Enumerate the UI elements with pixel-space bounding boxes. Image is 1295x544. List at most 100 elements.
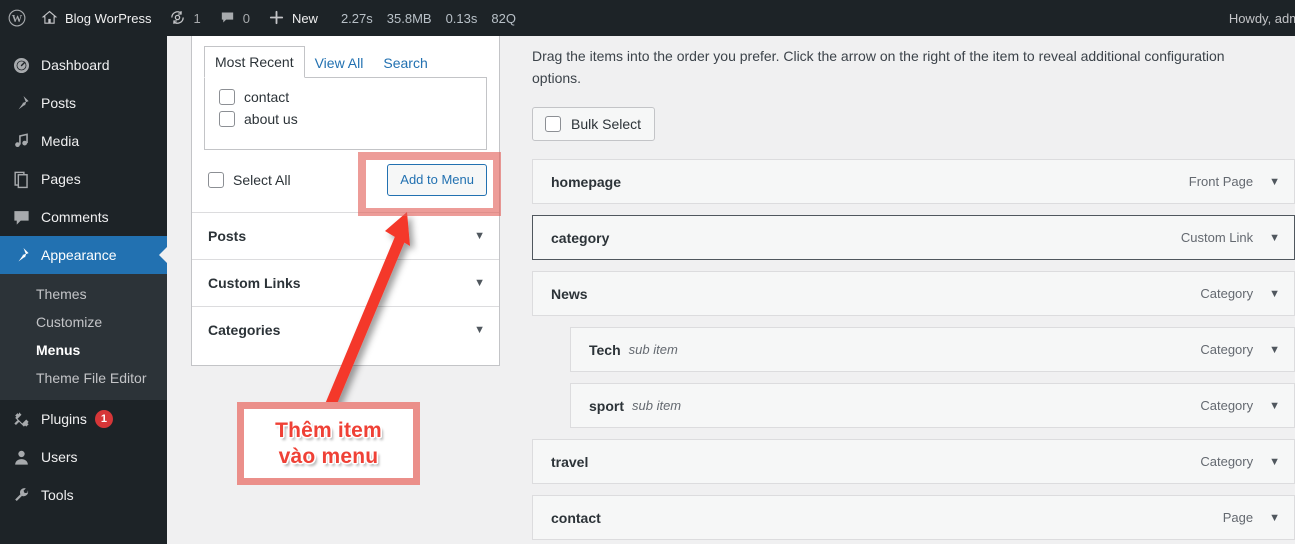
menu-item-row-homepage[interactable]: homepage Front Page ▼ [532, 159, 1295, 205]
sidebar-item-label: Media [41, 133, 80, 149]
tab-search[interactable]: Search [373, 48, 437, 78]
menu-items-list: homepage Front Page ▼ category Custom Li… [532, 159, 1295, 541]
chevron-down-icon[interactable]: ▼ [1269, 176, 1280, 188]
checkbox-contact[interactable] [219, 89, 235, 105]
plugins-update-badge: 1 [94, 410, 113, 428]
menu-item-title: News [551, 285, 588, 302]
site-name-button[interactable]: Blog WorPress [32, 0, 160, 36]
plug-icon [10, 409, 32, 429]
sidebar-item-label: Plugins [41, 411, 87, 427]
perf-query-time: 0.13s [445, 10, 478, 26]
menu-item-row-travel[interactable]: travel Category ▼ [532, 439, 1295, 485]
list-item[interactable]: about us [215, 108, 476, 130]
checkbox-bulk-select[interactable] [545, 116, 561, 133]
sidebar-item-tools[interactable]: Tools [0, 476, 167, 514]
submenu-item-themes[interactable]: Themes [0, 280, 167, 308]
wrench-icon [10, 485, 32, 505]
sidebar-item-users[interactable]: Users [0, 438, 167, 476]
tabs-row: Most Recent View All Search [204, 45, 487, 78]
chevron-down-icon[interactable]: ▼ [1269, 288, 1280, 300]
sidebar-item-appearance[interactable]: Appearance [0, 236, 167, 274]
howdy-account-menu[interactable]: Howdy, admi [1219, 0, 1295, 36]
select-all-label: Select All [233, 172, 291, 189]
menu-item-title: sport [589, 397, 624, 414]
sidebar-item-comments[interactable]: Comments [0, 198, 167, 236]
chevron-down-icon[interactable]: ▼ [474, 277, 485, 289]
submenu-item-menus[interactable]: Menus [0, 336, 167, 364]
list-item[interactable]: contact [215, 86, 476, 108]
perf-queries: 82Q [491, 10, 516, 26]
tab-most-recent[interactable]: Most Recent [204, 45, 305, 78]
site-name-label: Blog WorPress [65, 10, 152, 26]
panel-actions: Select All Add to Menu [192, 150, 499, 212]
tab-view-all[interactable]: View All [305, 48, 374, 78]
chevron-down-icon[interactable]: ▼ [1269, 456, 1280, 468]
annotation-callout-box: Thêm item vào menu [237, 402, 420, 485]
checkbox-select-all[interactable] [208, 172, 224, 189]
submenu-item-theme-file-editor[interactable]: Theme File Editor [0, 364, 167, 392]
menu-item-type: Category [1200, 286, 1254, 302]
performance-stats[interactable]: 2.27s 35.8MB 0.13s 82Q [327, 0, 525, 36]
brush-icon [10, 245, 32, 265]
bulk-select-wrap: Bulk Select [532, 107, 1295, 142]
sidebar-item-media[interactable]: Media [0, 122, 167, 160]
chevron-down-icon[interactable]: ▼ [1269, 232, 1280, 244]
sidebar-item-posts[interactable]: Posts [0, 84, 167, 122]
accordion-categories[interactable]: Categories ▼ [192, 306, 499, 353]
menu-item-type: Category [1200, 454, 1254, 470]
chevron-down-icon[interactable]: ▼ [1269, 512, 1280, 524]
chevron-down-icon[interactable]: ▼ [474, 324, 485, 336]
howdy-label: Howdy, admi [1228, 10, 1295, 26]
updates-button[interactable]: 1 [160, 0, 209, 36]
media-icon [10, 131, 32, 151]
updates-count: 1 [193, 10, 201, 26]
sidebar-item-pages[interactable]: Pages [0, 160, 167, 198]
select-all-control[interactable]: Select All [208, 172, 291, 189]
bulk-select-label: Bulk Select [571, 116, 642, 133]
accordion-custom-links[interactable]: Custom Links ▼ [192, 259, 499, 306]
pin-icon [10, 93, 32, 113]
annotation-line-2: vào menu [278, 444, 379, 468]
submenu-item-customize[interactable]: Customize [0, 308, 167, 336]
sidebar-item-plugins[interactable]: Plugins 1 [0, 400, 167, 438]
comments-count: 0 [242, 10, 250, 26]
annotation-line-1: Thêm item [275, 418, 382, 442]
most-recent-list: contact about us [204, 78, 487, 150]
sidebar-item-label: Comments [41, 209, 109, 225]
accordion-label: Categories [208, 322, 281, 339]
menu-item-row-category[interactable]: category Custom Link ▼ [532, 215, 1295, 261]
sidebar-item-dashboard[interactable]: Dashboard [0, 46, 167, 84]
pages-icon [10, 169, 32, 189]
new-content-button[interactable]: New [259, 0, 327, 36]
menu-item-row-sport[interactable]: sport sub item Category ▼ [570, 383, 1295, 429]
wordpress-logo-icon: W [8, 9, 26, 27]
checkbox-about-us[interactable] [219, 111, 235, 127]
wordpress-logo-button[interactable]: W [0, 0, 32, 36]
new-content-label: New [291, 10, 318, 26]
menu-item-type: Custom Link [1180, 230, 1254, 246]
chevron-down-icon[interactable]: ▼ [474, 230, 485, 242]
sidebar-item-label: Posts [41, 95, 77, 111]
accordion-posts[interactable]: Posts ▼ [192, 212, 499, 259]
perf-memory: 35.8MB [386, 10, 432, 26]
sidebar-menu-top: Dashboard Posts Media Pages Comments App… [0, 36, 167, 514]
add-to-menu-button[interactable]: Add to Menu [387, 164, 487, 197]
chevron-down-icon[interactable]: ▼ [1269, 344, 1280, 356]
menu-item-row-contact[interactable]: contact Page ▼ [532, 495, 1295, 541]
menu-item-row-news[interactable]: News Category ▼ [532, 271, 1295, 317]
menu-item-type: Category [1200, 342, 1254, 358]
accordion-label: Posts [208, 228, 247, 245]
user-icon [10, 447, 32, 467]
menu-item-title: contact [551, 509, 601, 526]
menu-item-title: travel [551, 453, 589, 470]
menu-item-row-tech[interactable]: Tech sub item Category ▼ [570, 327, 1295, 373]
admin-sidebar: Dashboard Posts Media Pages Comments App… [0, 36, 167, 544]
bulk-select-toggle[interactable]: Bulk Select [532, 107, 656, 142]
menu-item-title: Tech [589, 341, 621, 358]
menu-item-type: Category [1200, 398, 1254, 414]
comments-button[interactable]: 0 [210, 0, 259, 36]
menu-item-depth-label: sub item [632, 398, 682, 414]
chevron-down-icon[interactable]: ▼ [1269, 400, 1280, 412]
accordion-label: Custom Links [208, 275, 301, 292]
admin-bar: W Blog WorPress 1 0 New 2.27s 35.8MB 0.1… [0, 0, 1295, 36]
